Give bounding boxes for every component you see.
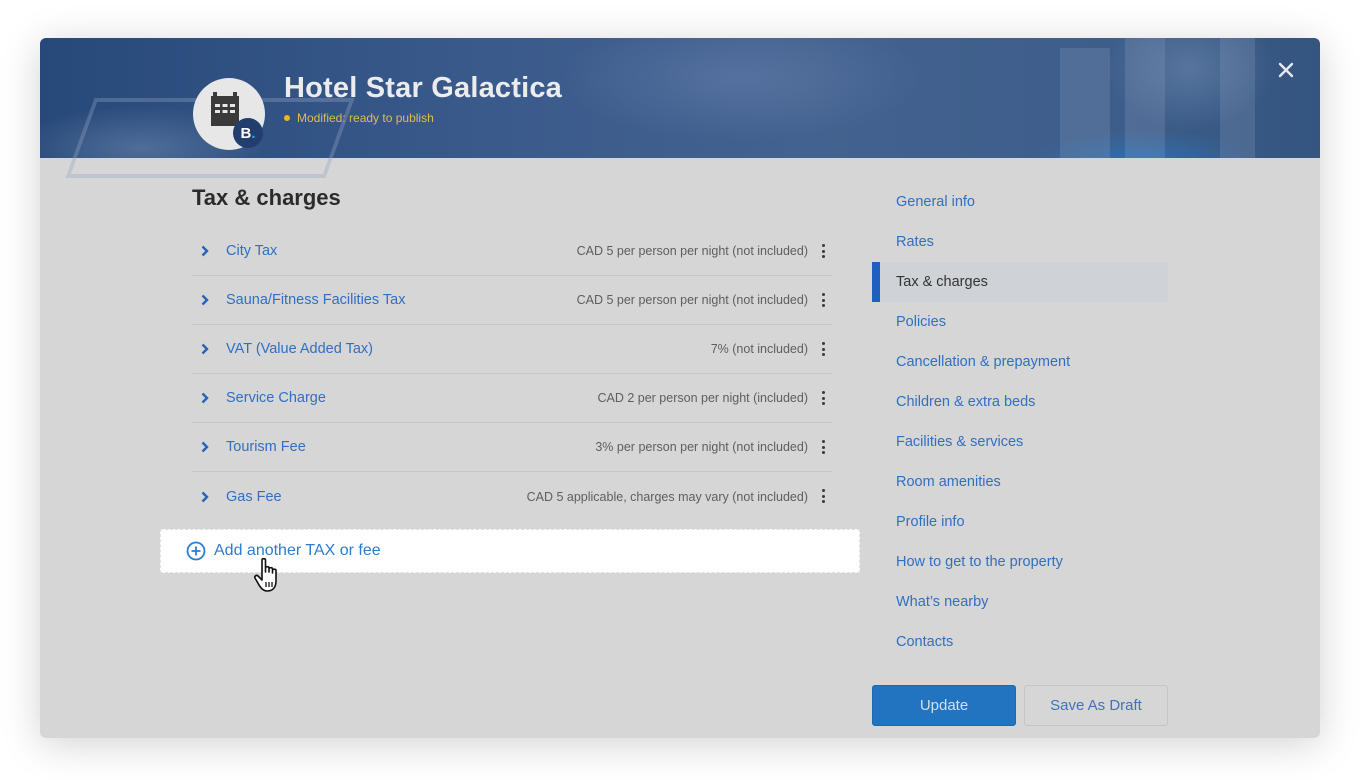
side-nav: General info Rates Tax & charges Policie… (872, 182, 1168, 662)
nav-item-tax-charges[interactable]: Tax & charges (872, 262, 1168, 302)
chevron-right-icon (201, 343, 213, 355)
plus-circle-icon (186, 541, 206, 561)
tax-value: 7% (not included) (710, 342, 808, 356)
more-options-icon[interactable] (820, 243, 826, 259)
nav-item-contacts[interactable]: Contacts (872, 622, 1168, 662)
tax-value: CAD 2 per person per night (included) (597, 391, 808, 405)
tax-name: Tourism Fee (226, 439, 306, 455)
nav-item-directions[interactable]: How to get to the property (872, 542, 1168, 582)
nav-item-room-amenities[interactable]: Room amenities (872, 462, 1168, 502)
tax-name: Gas Fee (226, 488, 282, 505)
add-tax-label: Add another TAX or fee (214, 542, 381, 559)
more-options-icon[interactable] (820, 390, 826, 406)
tax-row[interactable]: Gas Fee CAD 5 applicable, charges may va… (192, 472, 832, 521)
chevron-right-icon (201, 245, 213, 257)
chevron-right-icon (201, 392, 213, 404)
tax-value: 3% per person per night (not included) (595, 440, 808, 454)
header-bg-decoration (1060, 48, 1110, 158)
tax-value: CAD 5 per person per night (not included… (576, 244, 808, 258)
nav-item-policies[interactable]: Policies (872, 302, 1168, 342)
update-button[interactable]: Update (872, 685, 1016, 726)
status-text: Modified: ready to publish (297, 111, 434, 125)
tax-value: CAD 5 applicable, charges may vary (not … (526, 489, 808, 504)
tax-row[interactable]: Tourism Fee 3% per person per night (not… (192, 423, 832, 472)
chevron-right-icon (201, 294, 213, 306)
status-dot-icon (284, 115, 290, 121)
hotel-name: Hotel Star Galactica (284, 72, 562, 104)
close-icon (1278, 62, 1294, 78)
nav-item-general-info[interactable]: General info (872, 182, 1168, 222)
hand-pointer-cursor-icon (253, 557, 277, 592)
tax-row[interactable]: City Tax CAD 5 per person per night (not… (192, 227, 832, 276)
publish-status: Modified: ready to publish (284, 111, 434, 125)
more-options-icon[interactable] (820, 292, 826, 308)
more-options-icon[interactable] (820, 341, 826, 357)
brand-badge: B. (233, 118, 263, 148)
hotel-avatar: B. (193, 78, 265, 150)
brand-badge-letter: B (240, 124, 252, 142)
tax-value: CAD 5 per person per night (not included… (576, 293, 808, 307)
tax-name: Service Charge (226, 390, 326, 406)
nav-item-cancellation[interactable]: Cancellation & prepayment (872, 342, 1168, 382)
hotel-building-icon (211, 92, 239, 126)
save-draft-button[interactable]: Save As Draft (1024, 685, 1168, 726)
tax-row[interactable]: Service Charge CAD 2 per person per nigh… (192, 374, 832, 423)
nav-item-children-beds[interactable]: Children & extra beds (872, 382, 1168, 422)
tax-row[interactable]: Sauna/Fitness Facilities Tax CAD 5 per p… (192, 276, 832, 325)
header-bg-decoration (1220, 38, 1255, 158)
more-options-icon[interactable] (820, 439, 826, 455)
property-modal: B. Hotel Star Galactica Modified: ready … (40, 38, 1320, 738)
section-title: Tax & charges (192, 185, 341, 210)
chevron-right-icon (201, 441, 213, 453)
close-button[interactable] (1276, 60, 1296, 80)
nav-item-profile-info[interactable]: Profile info (872, 502, 1168, 542)
tax-list: City Tax CAD 5 per person per night (not… (192, 227, 832, 521)
more-options-icon[interactable] (820, 488, 826, 504)
nav-item-rates[interactable]: Rates (872, 222, 1168, 262)
nav-item-facilities[interactable]: Facilities & services (872, 422, 1168, 462)
chevron-right-icon (201, 491, 213, 503)
header-bg-decoration (1125, 38, 1165, 158)
tax-name: City Tax (226, 243, 278, 259)
tax-name: VAT (Value Added Tax) (226, 341, 373, 357)
nav-item-nearby[interactable]: What’s nearby (872, 582, 1168, 622)
tax-row[interactable]: VAT (Value Added Tax) 7% (not included) (192, 325, 832, 374)
tax-name: Sauna/Fitness Facilities Tax (226, 292, 406, 308)
brand-badge-dot: . (251, 124, 256, 142)
header-banner: B. Hotel Star Galactica Modified: ready … (40, 38, 1320, 178)
